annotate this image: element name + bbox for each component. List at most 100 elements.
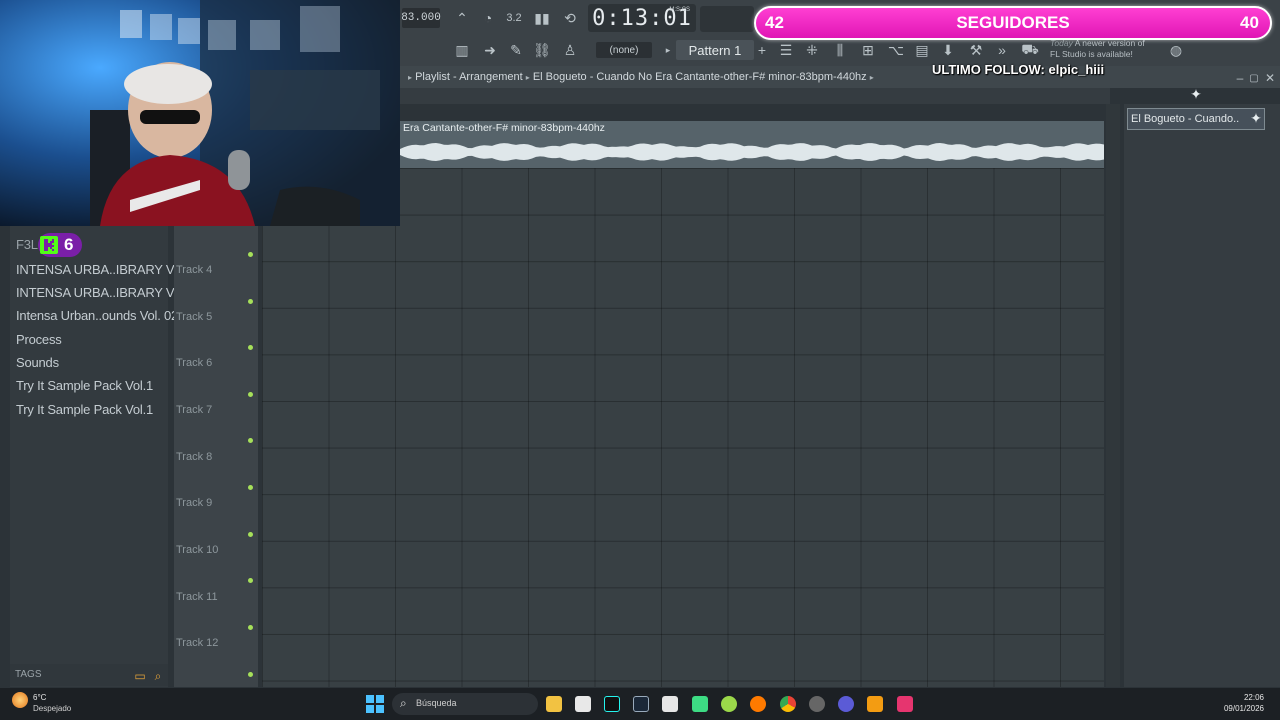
project-name: El Bogueto - Cuando No Era Cantante-othe…: [532, 71, 867, 83]
chrome-icon[interactable]: [780, 696, 796, 712]
playlist-grid[interactable]: [262, 168, 1104, 687]
app-icon[interactable]: [838, 696, 854, 712]
taskbar-search[interactable]: ⌕ Búsqueda: [392, 693, 538, 715]
track-led[interactable]: [248, 345, 253, 350]
followers-title: SEGUIDORES: [956, 13, 1070, 32]
track-led[interactable]: [248, 485, 253, 490]
tags-label[interactable]: TAGS: [15, 669, 41, 680]
track-led[interactable]: [248, 438, 253, 443]
file-icon[interactable]: ▤: [912, 40, 932, 60]
plugin-icon[interactable]: ⬇: [938, 40, 958, 60]
track-name[interactable]: Track 11: [176, 591, 218, 603]
steam-icon[interactable]: [633, 696, 649, 712]
track-led[interactable]: [248, 392, 253, 397]
browser-icon[interactable]: ⌥: [886, 40, 906, 60]
picker-tool-icon[interactable]: ✦: [1186, 84, 1206, 104]
snap-select[interactable]: (none): [596, 42, 652, 58]
browser-item[interactable]: Process: [16, 332, 62, 347]
chevron-right-icon[interactable]: ▸: [658, 40, 678, 60]
snipping-tool-icon[interactable]: [575, 696, 591, 712]
clock-date[interactable]: 09/01/2026: [1218, 704, 1264, 713]
playlist-title: Playlist - Arrangement: [415, 71, 523, 83]
picker-item[interactable]: El Bogueto - Cuando..: [1127, 108, 1265, 130]
track-name[interactable]: Track 4: [176, 264, 212, 276]
browser-item[interactable]: Try It Sample Pack Vol.1: [16, 378, 153, 393]
piano-roll-icon[interactable]: ⊞: [858, 40, 878, 60]
metronome-icon[interactable]: ⌃: [452, 8, 472, 28]
track-name[interactable]: Track 9: [176, 497, 212, 509]
windows-start-icon[interactable]: [366, 695, 384, 713]
clock-time[interactable]: 22:06: [1226, 693, 1264, 702]
weather-temp[interactable]: 6°C: [33, 693, 46, 702]
link-icon[interactable]: ⛓: [532, 40, 552, 60]
track-name[interactable]: Track 7: [176, 404, 212, 416]
add-pattern-icon[interactable]: +: [752, 40, 772, 60]
app-icon[interactable]: [721, 696, 737, 712]
playlist-icon[interactable]: ☰: [776, 40, 796, 60]
weather-desc[interactable]: Despejado: [33, 704, 71, 713]
tempo-display[interactable]: 83.000: [401, 8, 441, 28]
blend-icon[interactable]: ▮▮: [532, 8, 552, 28]
wait-input-icon[interactable]: ◔: [478, 8, 498, 28]
piano-icon[interactable]: ▥: [452, 40, 472, 60]
pattern-select[interactable]: Pattern 1: [676, 40, 754, 60]
webcam-image: [0, 0, 400, 226]
arrow-right-icon[interactable]: ➜: [480, 40, 500, 60]
followers-goal: 40: [1240, 13, 1259, 32]
search-placeholder: Búsqueda: [416, 698, 457, 708]
track-led[interactable]: [248, 578, 253, 583]
countdown-icon[interactable]: 3.2: [504, 8, 524, 28]
track-name[interactable]: Track 6: [176, 357, 212, 369]
search-icon[interactable]: ⌕: [148, 666, 168, 686]
weather-icon[interactable]: [12, 692, 28, 708]
track-led[interactable]: [248, 299, 253, 304]
timeline-ruler[interactable]: [400, 88, 1110, 104]
file-explorer-icon[interactable]: [546, 696, 562, 712]
time-format-tag: M:S:CS: [669, 7, 690, 13]
firefox-icon[interactable]: [750, 696, 766, 712]
breadcrumb-separator-icon: ▸: [525, 73, 530, 82]
browser-item[interactable]: Sounds: [16, 355, 59, 370]
browser-item[interactable]: Intensa Urban..ounds Vol. 02: [16, 308, 178, 323]
stamp-icon[interactable]: ♙: [560, 40, 580, 60]
folder-icon[interactable]: ▭: [130, 666, 150, 686]
track-name[interactable]: Track 8: [176, 451, 212, 463]
picker-panel: [1124, 104, 1280, 687]
unity-icon[interactable]: [662, 696, 678, 712]
followers-current: 42: [765, 13, 784, 32]
browser-item-partial[interactable]: F3L: [16, 237, 38, 252]
update-line2: FL Studio is available!: [1050, 49, 1133, 59]
fl-studio-icon[interactable]: [867, 696, 883, 712]
android-app-icon[interactable]: [692, 696, 708, 712]
loop-record-icon[interactable]: ⟲: [560, 8, 580, 28]
track-led[interactable]: [248, 532, 253, 537]
track-name[interactable]: Track 12: [176, 637, 218, 649]
cart-icon[interactable]: ⛟: [1020, 40, 1040, 60]
track-led[interactable]: [248, 252, 253, 257]
track-name[interactable]: Track 5: [176, 311, 212, 323]
kick-badge: 6: [38, 233, 82, 257]
globe-icon[interactable]: ◍: [1166, 40, 1186, 60]
app-icon[interactable]: [809, 696, 825, 712]
track-led[interactable]: [248, 672, 253, 677]
channel-rack-icon[interactable]: ⁜: [802, 40, 822, 60]
mixer-icon[interactable]: ⫼: [830, 40, 850, 60]
time-display: 0:13:01 M:S:CS: [588, 4, 696, 32]
search-icon: ⌕: [400, 696, 407, 710]
fast-forward-icon[interactable]: »: [992, 40, 1012, 60]
close-icon[interactable]: ✕: [1260, 68, 1280, 88]
track-led[interactable]: [248, 625, 253, 630]
tiktok-icon[interactable]: [604, 696, 620, 712]
breadcrumb-arrow-icon: ▸: [408, 73, 413, 82]
browser-item[interactable]: Try It Sample Pack Vol.1: [16, 402, 153, 417]
update-notice[interactable]: Today A newer version of FL Studio is av…: [1050, 38, 1170, 64]
tiktok-live-icon[interactable]: [897, 696, 913, 712]
pencil-icon[interactable]: ✎: [506, 40, 526, 60]
vertical-scrollbar[interactable]: [1106, 104, 1120, 687]
last-follow-label: ULTIMO FOLLOW: elpic_hiii: [932, 62, 1105, 77]
track-name[interactable]: Track 10: [176, 544, 218, 556]
playlist-breadcrumb: ▸ Playlist - Arrangement ▸ El Bogueto - …: [408, 71, 874, 83]
tools-icon[interactable]: ⚒: [966, 40, 986, 60]
monitor-panel: [700, 6, 754, 32]
picker-item-icon[interactable]: ✦: [1246, 108, 1266, 128]
